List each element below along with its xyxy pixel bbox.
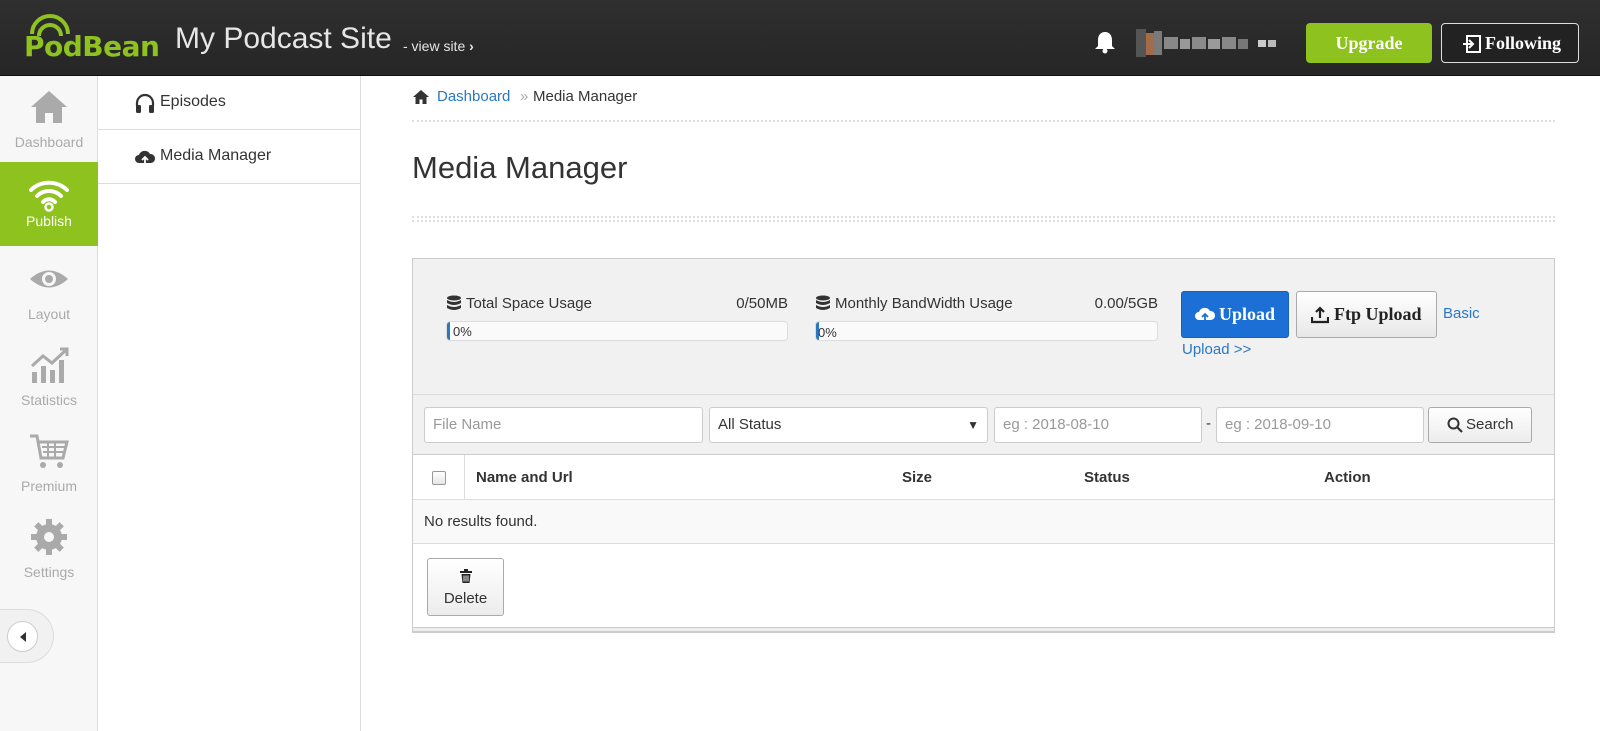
date-range-separator: - xyxy=(1206,415,1211,432)
select-all-cell xyxy=(413,455,465,500)
search-icon xyxy=(1447,417,1463,433)
cloud-upload-icon xyxy=(135,150,156,166)
chevron-right-icon: › xyxy=(469,38,474,54)
caret-down-icon: ▼ xyxy=(967,418,979,432)
caret-left-icon xyxy=(20,632,26,642)
basic-upload-link[interactable]: Basic xyxy=(1443,305,1480,322)
bandwidth-label: Monthly BandWidth Usage xyxy=(835,295,1013,312)
usage-section: Total Space Usage 0/50MB 0% Monthly Band… xyxy=(413,259,1554,395)
nav-item-layout[interactable]: Layout xyxy=(0,248,98,332)
search-button[interactable]: Search xyxy=(1428,407,1532,443)
total-space-label: Total Space Usage xyxy=(466,295,592,312)
subnav-item-media-manager[interactable]: Media Manager xyxy=(98,130,360,184)
cart-icon xyxy=(30,434,69,468)
page-title: Media Manager xyxy=(412,150,628,185)
divider xyxy=(412,216,1555,222)
upload-icon xyxy=(1311,306,1329,324)
nav-item-statistics[interactable]: Statistics xyxy=(0,334,98,418)
sign-in-icon xyxy=(1463,35,1481,53)
top-bar: PodBean My Podcast Site - view site › Up… xyxy=(0,0,1600,76)
collapse-sidebar-button[interactable] xyxy=(0,609,54,663)
database-icon xyxy=(816,295,830,310)
nav-item-settings[interactable]: Settings xyxy=(0,506,98,590)
date-to-input[interactable]: eg : 2018-09-10 xyxy=(1216,407,1424,443)
home-icon xyxy=(31,91,67,123)
headphones-icon xyxy=(135,93,155,113)
podbean-logo[interactable]: PodBean xyxy=(24,12,160,63)
trash-icon xyxy=(460,569,472,583)
empty-message: No results found. xyxy=(424,513,538,530)
filter-bar: File Name All Status ▼ eg : 2018-08-10 -… xyxy=(413,395,1554,455)
delete-button[interactable]: Delete xyxy=(427,558,504,616)
upgrade-button[interactable]: Upgrade xyxy=(1306,23,1432,63)
total-space-value: 0/50MB xyxy=(736,295,788,312)
basic-upload-link-continued[interactable]: Upload >> xyxy=(1182,341,1251,358)
eye-icon xyxy=(30,270,68,288)
breadcrumb-dashboard-link[interactable]: Dashboard xyxy=(437,88,510,105)
breadcrumb-separator: » xyxy=(520,88,529,105)
table-header: Name and Url Size Status Action xyxy=(413,455,1554,500)
bandwidth-value: 0.00/5GB xyxy=(1094,295,1158,312)
breadcrumb-current: Media Manager xyxy=(533,88,638,105)
wifi-icon xyxy=(29,180,69,212)
database-icon xyxy=(447,295,461,310)
logo-text: PodBean xyxy=(24,30,160,63)
following-button[interactable]: Following xyxy=(1441,23,1579,63)
site-title: My Podcast Site xyxy=(175,22,392,55)
bandwidth-progress: 0% xyxy=(815,321,1158,341)
table-row: No results found. xyxy=(413,500,1554,544)
view-site-link[interactable]: - view site › xyxy=(403,38,474,54)
ftp-upload-button[interactable]: Ftp Upload xyxy=(1296,291,1437,338)
nav-item-premium[interactable]: Premium xyxy=(0,420,98,504)
left-nav: Dashboard Publish Layout Statistics Prem… xyxy=(0,76,98,731)
chart-icon xyxy=(30,347,69,383)
column-size: Size xyxy=(902,469,933,486)
file-name-input[interactable]: File Name xyxy=(424,407,703,443)
gear-icon xyxy=(31,519,67,555)
date-from-input[interactable]: eg : 2018-08-10 xyxy=(994,407,1202,443)
nav-item-dashboard[interactable]: Dashboard xyxy=(0,76,98,160)
bell-icon[interactable] xyxy=(1094,30,1116,54)
column-name-and-url: Name and Url xyxy=(476,469,573,486)
column-action: Action xyxy=(1324,469,1371,486)
select-all-checkbox[interactable] xyxy=(432,471,446,485)
avatar[interactable] xyxy=(1136,27,1286,59)
media-panel: Total Space Usage 0/50MB 0% Monthly Band… xyxy=(412,258,1555,628)
divider xyxy=(412,120,1555,122)
subnav-item-episodes[interactable]: Episodes xyxy=(98,76,360,130)
status-select[interactable]: All Status ▼ xyxy=(709,407,988,443)
total-space-progress: 0% xyxy=(446,321,788,341)
cloud-upload-icon xyxy=(1195,307,1215,322)
column-status: Status xyxy=(1084,469,1130,486)
home-icon xyxy=(413,90,429,104)
upload-button[interactable]: Upload xyxy=(1181,291,1289,338)
nav-item-publish[interactable]: Publish xyxy=(0,162,98,246)
sub-nav: Episodes Media Manager xyxy=(98,76,361,731)
